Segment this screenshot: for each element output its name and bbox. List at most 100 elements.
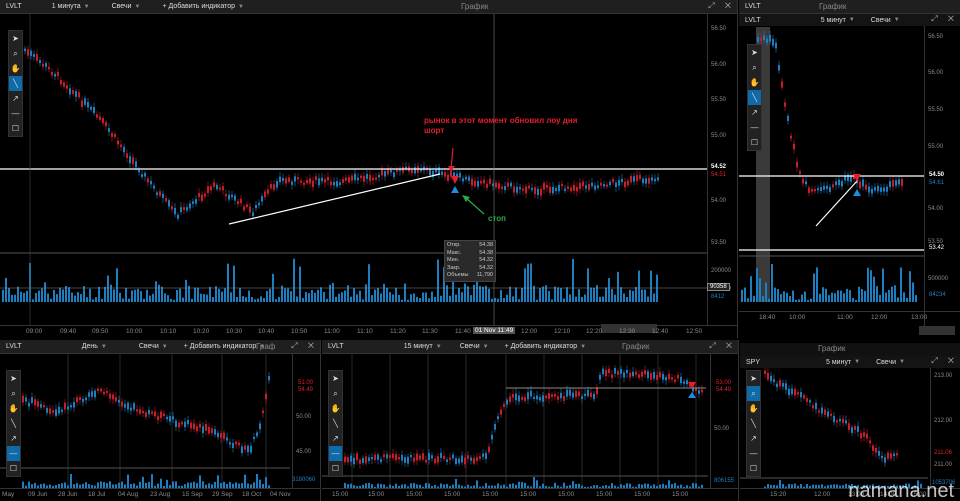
horizontal-line-icon[interactable]: — — [9, 106, 22, 121]
trendline[interactable] — [815, 179, 859, 227]
candle — [612, 178, 614, 183]
arrow-icon[interactable]: ↗ — [329, 431, 342, 446]
volume-bar — [389, 292, 391, 302]
time-axis[interactable]: 09:00 09:40 09:50 10:00 10:10 10:20 10:3… — [0, 325, 737, 338]
horizontal-line-icon[interactable]: — — [7, 446, 20, 461]
trendline-icon[interactable]: ╲ — [9, 76, 22, 91]
volume-bar — [578, 289, 580, 302]
buy-signal-icon — [688, 392, 696, 398]
candle — [34, 399, 36, 406]
volume-bar — [855, 299, 857, 302]
time-axis[interactable]: 18:40 10:00 11:00 12:00 13:00 — [739, 311, 960, 338]
volume-bar — [371, 295, 373, 302]
volume-bar — [350, 296, 352, 302]
trendline-icon[interactable]: ╲ — [747, 416, 760, 431]
main-chart-canvas[interactable] — [0, 0, 737, 338]
rectangle-icon[interactable]: ☐ — [329, 461, 342, 476]
spy-chart-canvas[interactable] — [740, 340, 960, 501]
volume-bar — [242, 296, 244, 302]
arrow-icon[interactable]: ↗ — [748, 105, 761, 120]
candle — [823, 185, 825, 190]
price-axis[interactable]: 50.00 45.00 — [292, 354, 320, 489]
rectangle-icon[interactable]: ☐ — [7, 461, 20, 476]
candle — [114, 134, 116, 137]
time-axis[interactable]: May 09 Jun 28 Jun 18 Jul 04 Aug 23 Aug 1… — [0, 488, 320, 501]
arrow-icon[interactable]: ↗ — [747, 431, 760, 446]
candle — [527, 392, 529, 400]
candle — [90, 106, 92, 110]
candle — [94, 390, 96, 398]
zoom-icon[interactable]: ⌕ — [748, 60, 761, 75]
candle — [889, 181, 891, 188]
hand-icon[interactable]: ✋ — [748, 75, 761, 90]
candle — [162, 193, 164, 199]
tooltip-label: Откр. — [447, 242, 461, 248]
time-tick: 15:20 — [770, 491, 787, 498]
trendline[interactable] — [228, 173, 441, 225]
candle — [204, 193, 206, 197]
rectangle-icon[interactable]: ☐ — [9, 121, 22, 136]
candle — [49, 408, 51, 414]
cursor-icon[interactable]: ➤ — [329, 371, 342, 386]
candle — [901, 179, 903, 186]
zoom-icon[interactable]: ⌕ — [329, 386, 342, 401]
hand-icon[interactable]: ✋ — [9, 61, 22, 76]
trendline-icon[interactable]: ╲ — [329, 416, 342, 431]
price-tick: 56.00 — [928, 70, 944, 76]
rectangle-icon[interactable]: ☐ — [747, 461, 760, 476]
hand-icon[interactable]: ✋ — [747, 401, 760, 416]
candle — [398, 457, 400, 460]
zoom-icon[interactable]: ⌕ — [7, 386, 20, 401]
candle — [154, 411, 156, 417]
cursor-icon[interactable]: ➤ — [748, 45, 761, 60]
candle — [75, 91, 77, 97]
zoom-icon[interactable]: ⌕ — [747, 386, 760, 401]
trendline-icon[interactable]: ╲ — [7, 416, 20, 431]
volume-bar — [259, 479, 261, 488]
candle — [657, 177, 659, 181]
candle — [189, 203, 191, 209]
candle — [184, 421, 186, 428]
fifteen-minute-chart-canvas[interactable] — [322, 340, 738, 501]
cursor-icon[interactable]: ➤ — [9, 31, 22, 46]
hand-icon[interactable]: ✋ — [7, 401, 20, 416]
price-tick: 56.50 — [928, 34, 944, 40]
candle — [126, 153, 128, 158]
last-price-tag: 211.06 — [934, 450, 952, 456]
volume-bar — [305, 292, 307, 302]
volume-bar — [747, 298, 749, 302]
trendline-icon[interactable]: ╲ — [748, 90, 761, 105]
candle — [546, 184, 548, 188]
price-tick: 50.00 — [714, 426, 730, 432]
daily-chart-canvas[interactable] — [0, 340, 320, 501]
volume-bar — [783, 291, 785, 302]
volume-bar — [71, 292, 73, 302]
time-tick: 10:00 — [126, 328, 143, 335]
candle — [247, 445, 249, 453]
volume-bar — [260, 296, 262, 302]
cursor-icon[interactable]: ➤ — [747, 371, 760, 386]
fifteen-minute-chart-panel: LVLT 15 минут ▼ Свечи ▼ + Добавить индикат… — [322, 340, 739, 501]
scroll-thumb[interactable] — [919, 326, 955, 335]
volume-tick: 500000 — [928, 276, 949, 282]
horizontal-line-icon[interactable]: — — [748, 120, 761, 135]
arrow-icon[interactable]: ↗ — [9, 91, 22, 106]
price-axis[interactable]: 50.00 — [710, 354, 738, 489]
candle — [629, 372, 631, 378]
cursor-icon[interactable]: ➤ — [7, 371, 20, 386]
horizontal-line-icon[interactable]: — — [329, 446, 342, 461]
volume-bar — [365, 284, 367, 302]
rectangle-icon[interactable]: ☐ — [748, 135, 761, 150]
arrow-icon[interactable]: ↗ — [7, 431, 20, 446]
hand-icon[interactable]: ✋ — [329, 401, 342, 416]
volume-bar — [455, 294, 457, 302]
horizontal-line-icon[interactable]: — — [747, 446, 760, 461]
volume-bar — [179, 288, 181, 302]
price-axis[interactable]: 213.00 212.00 211.00 — [930, 368, 960, 489]
volume-bar — [569, 294, 571, 302]
candle — [105, 122, 107, 127]
volume-bar — [891, 286, 893, 302]
price-axis[interactable]: 56.50 56.00 55.50 55.00 54.00 53.50 2000… — [707, 14, 737, 326]
time-axis[interactable]: 15:00 15:00 15:00 15:00 15:00 15:00 15:0… — [322, 488, 738, 501]
zoom-icon[interactable]: ⌕ — [9, 46, 22, 61]
